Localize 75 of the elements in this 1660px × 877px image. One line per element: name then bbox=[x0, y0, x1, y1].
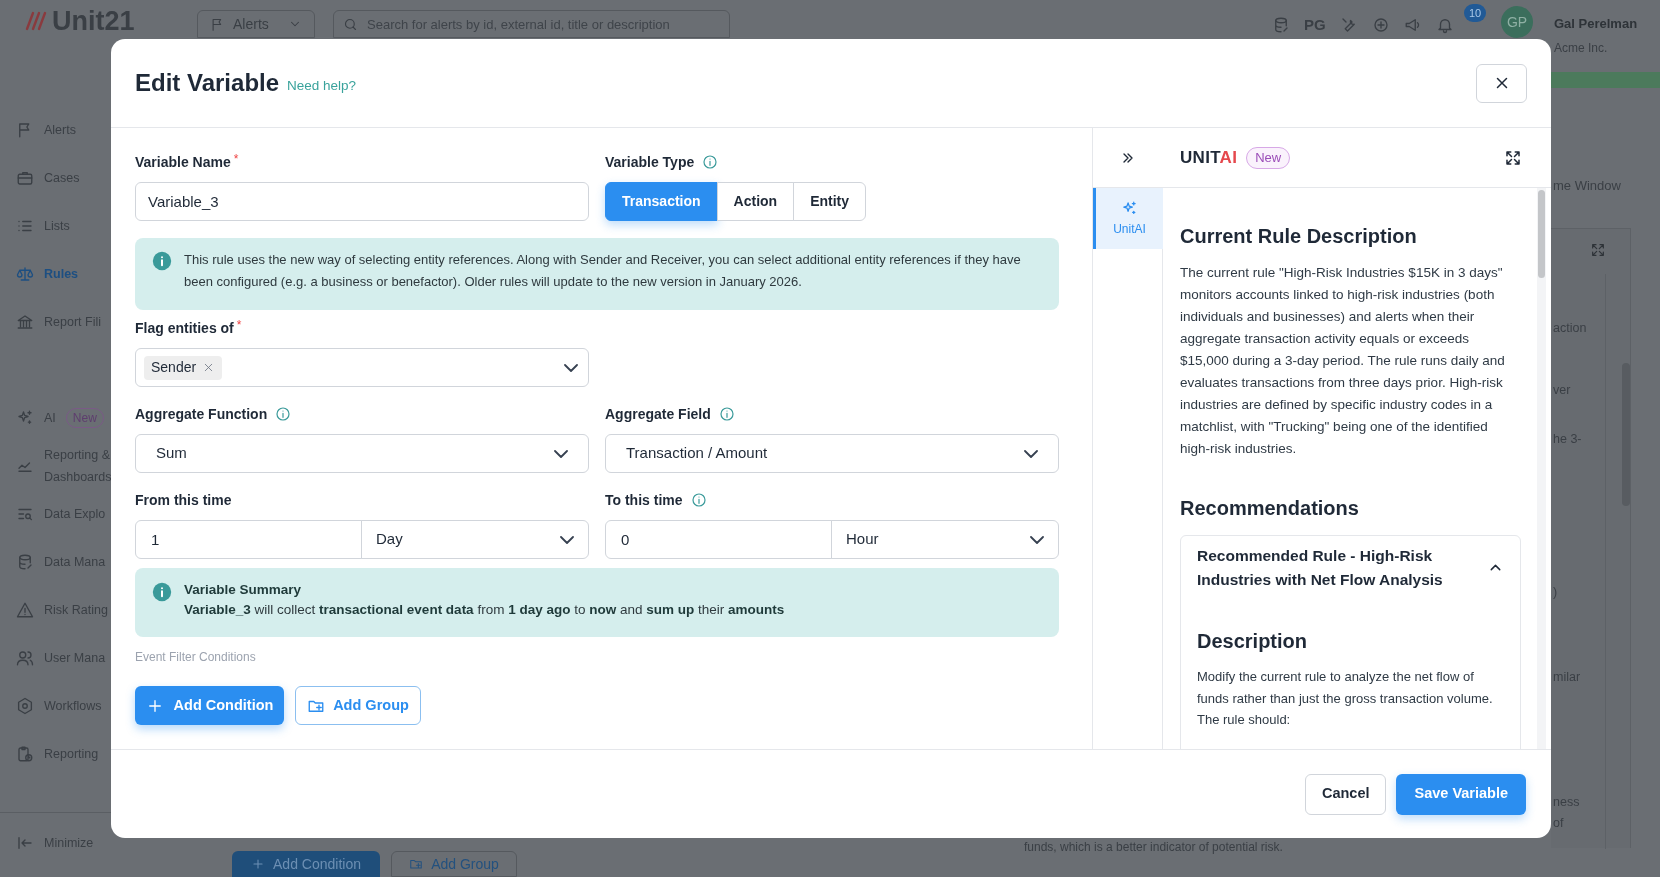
expand-button[interactable] bbox=[1504, 148, 1522, 167]
required-mark: * bbox=[236, 317, 242, 334]
chevron-down-icon bbox=[1030, 535, 1044, 544]
number-field[interactable]: 1 bbox=[135, 520, 362, 559]
chevron-down-icon bbox=[554, 449, 568, 458]
database-icon bbox=[16, 553, 34, 571]
clipboard-clock-icon bbox=[16, 745, 34, 763]
plus-icon bbox=[251, 857, 265, 871]
text-field[interactable]: Variable_3 bbox=[135, 182, 589, 221]
bank-icon bbox=[16, 313, 34, 331]
add-button[interactable]: Add Group bbox=[295, 686, 421, 725]
section-heading: Current Rule Description bbox=[1180, 224, 1418, 249]
database-icon bbox=[1272, 16, 1290, 35]
field-label: Variable Type bbox=[605, 152, 695, 172]
chevron-down-icon bbox=[564, 363, 578, 372]
required-mark: * bbox=[233, 151, 239, 168]
notification-badge: 10 bbox=[1464, 4, 1487, 22]
number-field[interactable]: 0 bbox=[605, 520, 832, 559]
search-icon bbox=[343, 17, 358, 32]
field-label: From this time bbox=[135, 490, 232, 510]
new-badge: New bbox=[1246, 146, 1291, 169]
segment-tab[interactable]: Entity bbox=[793, 182, 867, 221]
close-button[interactable] bbox=[1476, 63, 1527, 103]
select-field[interactable]: Sum bbox=[135, 434, 589, 473]
expand-icon bbox=[1504, 148, 1522, 167]
tag-chip: Sender bbox=[144, 355, 223, 380]
modal-title: Edit Variable bbox=[135, 68, 280, 98]
gear-icon bbox=[16, 697, 34, 715]
info-text: This rule uses the new way of selecting entity references. Along with Sender and Receiver, you can select additional entity references if they have been configured (e.g. a business or benefactor). Older rules will update to the new version in January 2026. bbox=[184, 251, 1022, 291]
users-icon bbox=[16, 649, 34, 667]
section-heading: Recommendations bbox=[1180, 496, 1360, 521]
summary-title: Variable Summary bbox=[184, 581, 303, 599]
segment-tab[interactable]: Transaction bbox=[605, 182, 718, 221]
user-name: Gal Perelman bbox=[1554, 15, 1638, 33]
select-field[interactable]: Transaction / Amount bbox=[605, 434, 1059, 473]
sparkle-icon bbox=[16, 409, 34, 427]
expand-icon bbox=[1590, 242, 1606, 258]
card-heading: Description bbox=[1197, 629, 1309, 654]
field-label: To this time bbox=[605, 490, 683, 510]
panel-text: ) bbox=[1553, 584, 1558, 601]
summary-text: Variable_3 will collect transactional event data from 1 day ago to now and sum up their amounts bbox=[184, 601, 785, 619]
add-button[interactable]: Add Condition bbox=[135, 686, 284, 725]
warning-icon bbox=[16, 601, 34, 619]
help-link[interactable]: Need help? bbox=[287, 75, 357, 97]
cancel-button[interactable]: Cancel bbox=[1304, 773, 1387, 815]
card-title: Recommended Rule - High-Risk Industries with Net Flow Analysis bbox=[1197, 546, 1444, 590]
select-field[interactable]: Day bbox=[361, 520, 589, 559]
field-label: Flag entities of bbox=[135, 318, 234, 338]
select-field[interactable]: Hour bbox=[831, 520, 1059, 559]
sparkle-icon bbox=[1121, 199, 1138, 217]
sidebar-item[interactable]: Rules bbox=[44, 263, 79, 285]
save-button[interactable]: Save Variable bbox=[1396, 773, 1526, 815]
field-label: Variable Name bbox=[135, 152, 231, 172]
add-button[interactable]: Add Condition bbox=[232, 851, 380, 877]
chevron-down-icon bbox=[560, 535, 574, 544]
card-text: Modify the current rule to analyze the net flow of funds rather than just the gross transaction volume. The rule should: bbox=[1197, 668, 1494, 730]
assistant-logo: UNITAI bbox=[1180, 146, 1238, 169]
plus-circle-icon[interactable] bbox=[1371, 16, 1390, 35]
info-icon bbox=[152, 251, 172, 271]
chevron-down-icon bbox=[1024, 449, 1038, 458]
bell-icon[interactable] bbox=[1435, 16, 1454, 35]
segment-tab[interactable]: Action bbox=[716, 182, 795, 221]
description-text: The current rule "High-Risk Industries $15K in 3 days" monitors accounts linked to high-risk industries (both individuals and businesses) and alerts when their aggregate transaction activity equals or exceeds $15,000 during a 3-day period. The rule runs daily and evaluates transactions from three days prior. High-risk industries are defined by specific industry codes in a matchlist, with "Trucking" being one of the identified high-risk industries. bbox=[1180, 264, 1506, 458]
field-label: Aggregate Field bbox=[605, 404, 711, 424]
add-button[interactable]: Add Group bbox=[391, 851, 517, 877]
briefcase-icon bbox=[16, 169, 34, 187]
scale-icon bbox=[16, 265, 34, 283]
section-label: Event Filter Conditions bbox=[135, 649, 257, 665]
user-avatar[interactable]: GP bbox=[1501, 6, 1533, 38]
field-label: Aggregate Function bbox=[135, 404, 268, 424]
scrollbar-thumb[interactable] bbox=[1538, 190, 1545, 278]
info-icon bbox=[152, 582, 172, 602]
rail-tab[interactable]: UnitAI bbox=[1093, 188, 1163, 249]
multi-select[interactable]: Sender bbox=[135, 348, 589, 387]
folder-plus-icon bbox=[409, 857, 424, 871]
